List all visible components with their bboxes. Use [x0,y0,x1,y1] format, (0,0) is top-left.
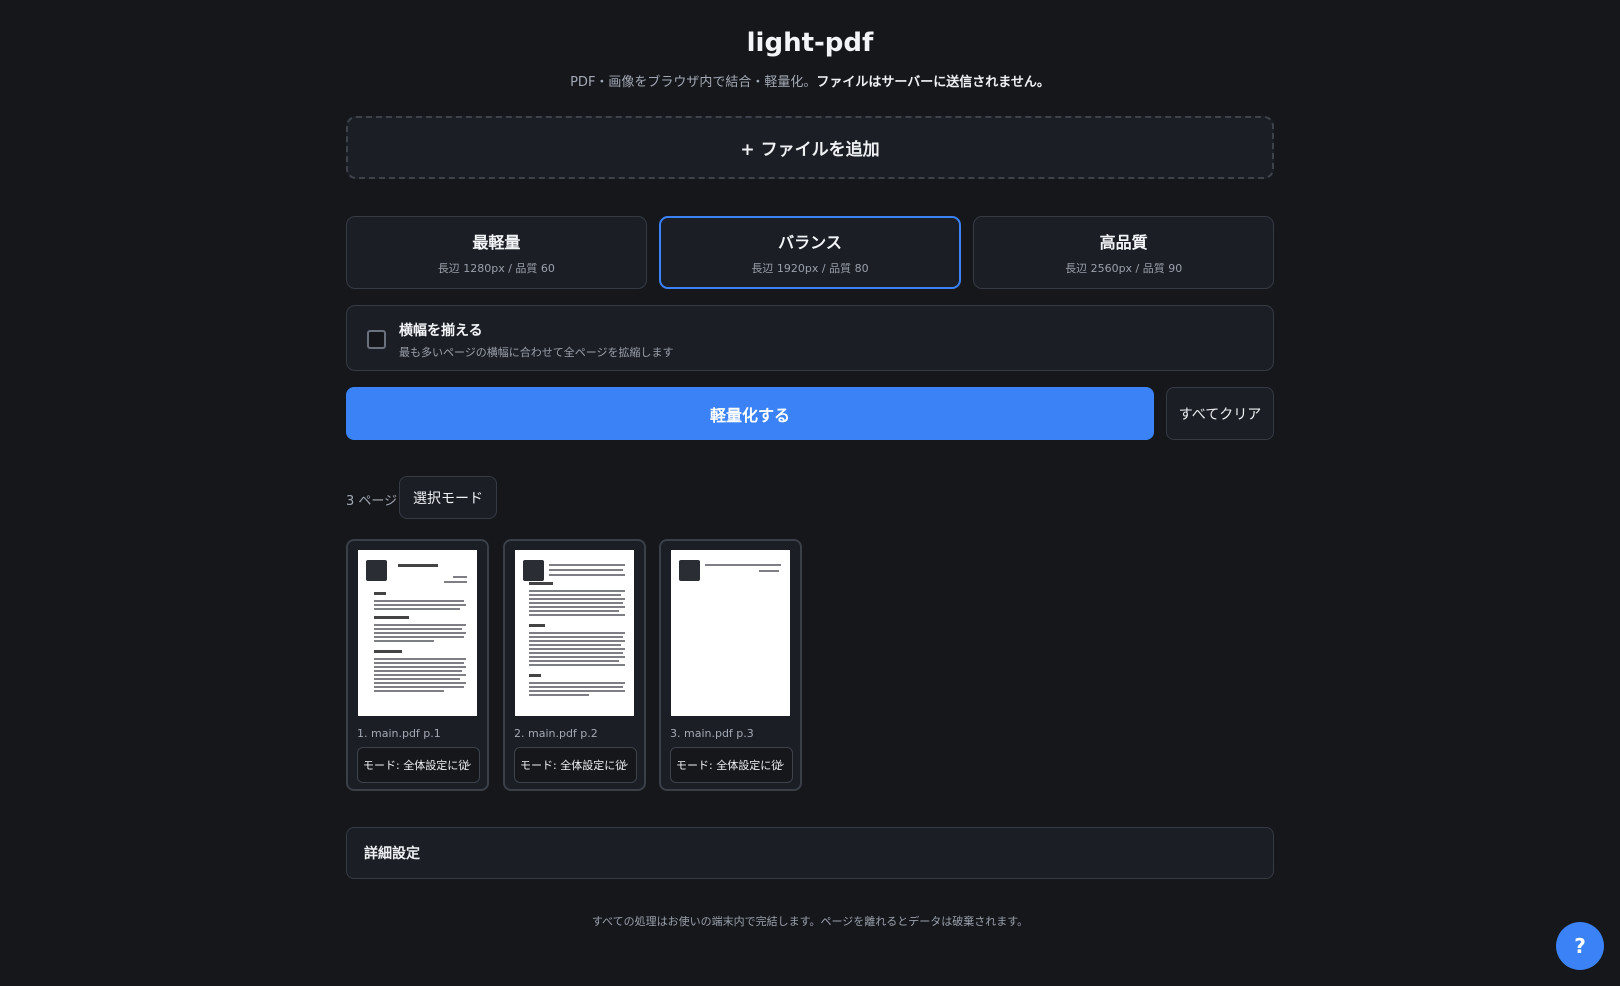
page-card[interactable]: 3. main.pdf p.3 モード: 全体設定に従 ⌄ [659,539,802,791]
preset-desc: 長辺 1280px / 品質 60 [437,262,555,275]
page-stamp-icon [679,560,700,581]
page-mode-select[interactable]: モード: 全体設定に従 ⌄ [357,747,480,783]
page-label: 3. main.pdf p.3 [670,727,754,740]
preset-balance[interactable]: バランス 長辺 1920px / 品質 80 [658,216,962,289]
fit-width-desc: 最も多いページの横幅に合わせて全ページを拡縮します [399,346,674,359]
page-thumbnail [358,550,477,716]
select-mode-button[interactable]: 選択モード [399,476,497,519]
chevron-down-icon: ⌄ [464,758,473,769]
page-label: 2. main.pdf p.2 [514,727,598,740]
app-subtitle: PDF・画像をブラウザ内で結合・軽量化。ファイルはサーバーに送信されません。 [346,71,1274,90]
chevron-down-icon: ⌄ [621,758,630,769]
preset-name: バランス [778,233,842,252]
preset-high-quality[interactable]: 高品質 長辺 2560px / 品質 90 [973,216,1275,289]
preset-desc: 長辺 2560px / 品質 90 [1065,262,1183,275]
page-mode-value: モード: 全体設定に従 [676,759,783,772]
page-thumbnail [515,550,634,716]
chevron-down-icon: ⌄ [777,758,786,769]
quality-presets: 最軽量 長辺 1280px / 品質 60 バランス 長辺 1920px / 品… [346,216,1275,289]
clear-all-button[interactable]: すべてクリア [1166,387,1274,440]
app-title: light-pdf [746,28,874,58]
page-count: 3 ページ [346,494,398,509]
page-mode-select[interactable]: モード: 全体設定に従 ⌄ [514,747,637,783]
subtitle-text: PDF・画像をブラウザ内で結合・軽量化。 [570,75,817,90]
preset-lightest[interactable]: 最軽量 長辺 1280px / 品質 60 [346,216,647,289]
page-label: 1. main.pdf p.1 [357,727,441,740]
page-mode-value: モード: 全体設定に従 [520,759,627,772]
page-card[interactable]: 1. main.pdf p.1 モード: 全体設定に従 ⌄ [346,539,489,791]
preset-name: 最軽量 [472,233,521,252]
page-mode-select[interactable]: モード: 全体設定に従 ⌄ [670,747,793,783]
help-button[interactable]: ? [1556,922,1604,970]
fit-width-checkbox[interactable] [367,330,386,349]
compress-button[interactable]: 軽量化する [346,387,1154,440]
page-stamp-icon [366,560,387,581]
privacy-footer: すべての処理はお使いの端末内で完結します。ページを離れるとデータは破棄されます。 [591,915,1029,928]
page-mode-value: モード: 全体設定に従 [363,759,470,772]
fit-width-option: 横幅を揃える 最も多いページの横幅に合わせて全ページを拡縮します [346,305,1274,371]
page-thumbnail [671,550,790,716]
page-stamp-icon [523,560,544,581]
fit-width-title: 横幅を揃える [399,323,483,339]
subtitle-privacy-note: ファイルはサーバーに送信されません。 [816,75,1050,90]
advanced-settings-toggle[interactable]: 詳細設定 [346,827,1274,879]
page-card[interactable]: 2. main.pdf p.2 モード: 全体設定に従 ⌄ [503,539,646,791]
add-files-dropzone[interactable]: + ファイルを追加 [346,116,1274,179]
preset-name: 高品質 [1099,233,1148,252]
preset-desc: 長辺 1920px / 品質 80 [751,262,869,275]
